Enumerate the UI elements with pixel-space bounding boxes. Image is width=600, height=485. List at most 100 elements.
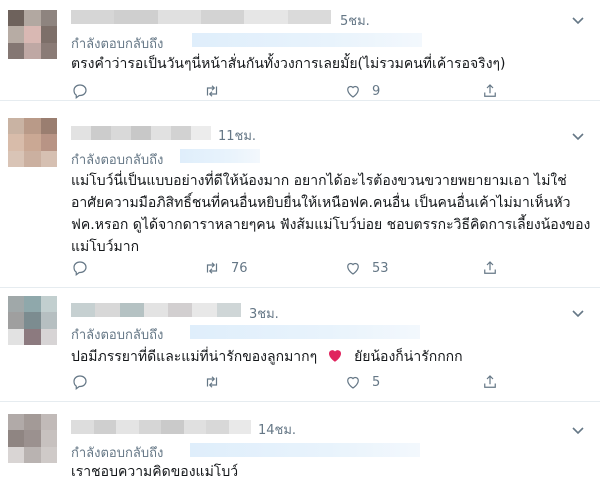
share-icon (484, 261, 496, 274)
user-name[interactable] (71, 420, 251, 434)
share-button[interactable] (481, 82, 499, 100)
name-blur-block (192, 303, 217, 317)
avatar-pixel (8, 42, 25, 59)
replying-to-handle[interactable] (190, 325, 420, 339)
name-blur-block (71, 420, 94, 434)
avatar-pixel (24, 134, 41, 151)
replying-to-handle[interactable] (180, 149, 260, 163)
replying-to-label: กำลังตอบกลับถึง (71, 37, 164, 52)
timestamp[interactable]: 5ชม. (340, 10, 370, 31)
share-icon (484, 375, 496, 388)
tweet-text: ปอมีภรรยาที่ดีและแม่ที่น่ารักของลูกมากๆ … (71, 346, 591, 368)
chevron-down-icon[interactable] (570, 12, 586, 28)
like-icon (347, 376, 359, 389)
avatar-pixel (8, 118, 25, 135)
avatar-pixel (40, 150, 57, 167)
chevron-down-icon[interactable] (570, 305, 586, 321)
tweet[interactable]: 3ชม. กำลังตอบกลับถึง ปอมีภรรยาที่ดีและแม… (0, 288, 600, 402)
avatar[interactable] (8, 10, 57, 59)
timestamp[interactable]: 14ชม. (258, 419, 296, 440)
name-blur-block (119, 303, 144, 317)
reply-button[interactable] (71, 259, 99, 277)
name-blur-block (157, 10, 201, 24)
avatar-pixel (24, 414, 41, 431)
user-name[interactable] (71, 10, 331, 24)
retweet-button[interactable] (203, 373, 231, 391)
share-button[interactable] (481, 373, 499, 391)
avatar-pixel (8, 430, 25, 447)
like-button[interactable]: 53 (344, 259, 389, 277)
like-button[interactable]: 9 (344, 82, 380, 100)
avatar-pixel (24, 430, 41, 447)
retweet-icon (206, 262, 218, 274)
retweet-button[interactable]: 76 (203, 259, 248, 277)
replying-to-label: กำลังตอบกลับถึง (71, 446, 164, 461)
avatar-pixel (24, 328, 41, 345)
timestamp[interactable]: 3ชม. (249, 303, 279, 324)
retweet-count: 76 (231, 260, 248, 276)
avatar-pixel (40, 446, 57, 463)
reply-icon (73, 261, 87, 276)
name-blur-block (116, 420, 139, 434)
heart-emoji (328, 350, 341, 362)
avatar[interactable] (8, 118, 57, 167)
replying-to-handle[interactable] (192, 33, 422, 47)
like-button[interactable]: 5 (344, 373, 380, 391)
avatar-pixel (24, 296, 41, 313)
tweet-text: ตรงคำว่ารอเป็นวันๆนี่หน้าสั่นกันทั้งวงกา… (71, 56, 506, 72)
like-icon (347, 85, 359, 98)
name-blur-block (71, 303, 96, 317)
avatar-pixel (8, 150, 25, 167)
name-blur-block (95, 303, 120, 317)
avatar[interactable] (8, 414, 57, 463)
avatar-pixel (8, 414, 25, 431)
like-count: 5 (372, 374, 381, 390)
name-blur-block (206, 420, 229, 434)
avatar-pixel (24, 446, 41, 463)
reply-button[interactable] (71, 373, 99, 391)
name-blur-block (131, 126, 151, 140)
user-name[interactable] (71, 303, 241, 317)
avatar-pixel (8, 26, 25, 43)
chevron-down-icon[interactable] (570, 422, 586, 438)
name-blur-block (111, 126, 131, 140)
tweet[interactable]: 11ชม. กำลังตอบกลับถึง แม่โบว์นี่เป็นแบบอ… (0, 101, 600, 288)
timestamp[interactable]: 11ชม. (218, 125, 256, 146)
avatar-pixel (24, 150, 41, 167)
replying-to-handle[interactable] (190, 443, 420, 457)
reply-icon (73, 375, 87, 390)
tweet-text: เราชอบความคิดของแม่โบว์ (71, 464, 239, 480)
share-icon (484, 84, 496, 97)
replying-to-label: กำลังตอบกลับถึง (71, 153, 164, 168)
avatar-pixel (40, 26, 57, 43)
name-blur-block (161, 420, 184, 434)
name-blur-block (171, 126, 191, 140)
name-blur-block (168, 303, 193, 317)
avatar-pixel (8, 10, 25, 27)
name-blur-block (71, 126, 91, 140)
avatar-pixel (24, 26, 41, 43)
avatar-pixel (8, 296, 25, 313)
avatar-pixel (24, 42, 41, 59)
reply-button[interactable] (71, 82, 99, 100)
like-count: 53 (372, 260, 389, 276)
avatar-pixel (40, 118, 57, 135)
name-blur-block (191, 126, 211, 140)
avatar-pixel (24, 10, 41, 27)
retweet-button[interactable] (203, 82, 231, 100)
avatar-pixel (40, 296, 57, 313)
tweet-text: แม่โบว์นี่เป็นแบบอย่างที่ดีให้น้องมาก อย… (71, 173, 591, 255)
like-count: 9 (372, 83, 381, 99)
name-blur-block (287, 10, 331, 24)
share-button[interactable] (481, 259, 499, 277)
avatar[interactable] (8, 296, 57, 345)
chevron-down-icon[interactable] (570, 128, 586, 144)
user-name[interactable] (71, 126, 211, 140)
avatar-pixel (40, 312, 57, 329)
avatar-pixel (24, 118, 41, 135)
name-blur-block (143, 303, 169, 317)
tweet-text-part: ยัยน้องก็น่ารักกกก (354, 349, 463, 365)
tweet[interactable]: 14ชม. กำลังตอบกลับถึง เราชอบความคิดของแม… (0, 402, 600, 485)
tweet[interactable]: 5ชม. กำลังตอบกลับถึง ตรงคำว่ารอเป็นวันๆน… (0, 0, 600, 101)
like-icon (347, 262, 359, 275)
